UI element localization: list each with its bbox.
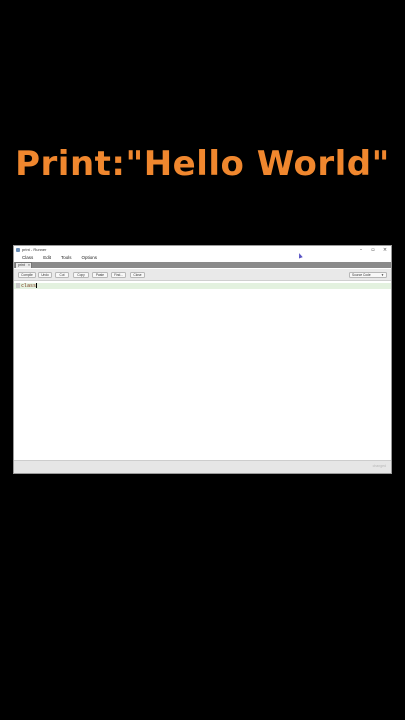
code-editor-area[interactable]: [14, 289, 391, 460]
overlay-title: Print:"Hello World": [15, 144, 390, 184]
tab-strip: [14, 262, 391, 268]
paste-button[interactable]: Paste: [92, 272, 108, 278]
menu-class[interactable]: Class: [20, 254, 35, 261]
copy-button[interactable]: Copy: [73, 272, 89, 278]
toolbar: Compile Undo Cut Copy Paste Find... Clos…: [14, 269, 391, 281]
text-caret: [36, 282, 37, 288]
editor-window: print - Runner – ▫ × Class Edit Tools Op…: [13, 245, 392, 474]
view-select[interactable]: Source Code ▼: [349, 272, 387, 278]
menu-tools[interactable]: Tools: [59, 254, 74, 261]
tab-close-icon[interactable]: ×: [28, 263, 30, 268]
view-select-value: Source Code: [352, 273, 371, 277]
maximize-icon[interactable]: ▫: [370, 247, 376, 254]
app-icon: [16, 247, 20, 252]
chevron-down-icon: ▼: [381, 273, 384, 277]
window-title: print - Runner: [22, 247, 47, 252]
find-button[interactable]: Find...: [111, 272, 126, 278]
status-text: changed: [372, 464, 386, 468]
compile-button[interactable]: Compile: [18, 272, 36, 278]
close-icon[interactable]: ×: [382, 247, 388, 254]
window-controls: – ▫ ×: [358, 246, 388, 254]
menubar: Class Edit Tools Options: [14, 254, 391, 261]
menu-edit[interactable]: Edit: [41, 254, 53, 261]
statusbar: changed: [14, 460, 391, 473]
code-text: class: [21, 282, 37, 289]
code-editor-line[interactable]: class: [21, 282, 37, 289]
tab-label: print: [18, 263, 25, 267]
undo-button[interactable]: Undo: [38, 272, 52, 278]
line-marker: [16, 283, 20, 288]
cut-button[interactable]: Cut: [55, 272, 69, 278]
tab-print[interactable]: print ×: [15, 262, 32, 268]
minimize-icon[interactable]: –: [358, 247, 364, 254]
menu-options[interactable]: Options: [80, 254, 100, 261]
close-button[interactable]: Close: [130, 272, 145, 278]
